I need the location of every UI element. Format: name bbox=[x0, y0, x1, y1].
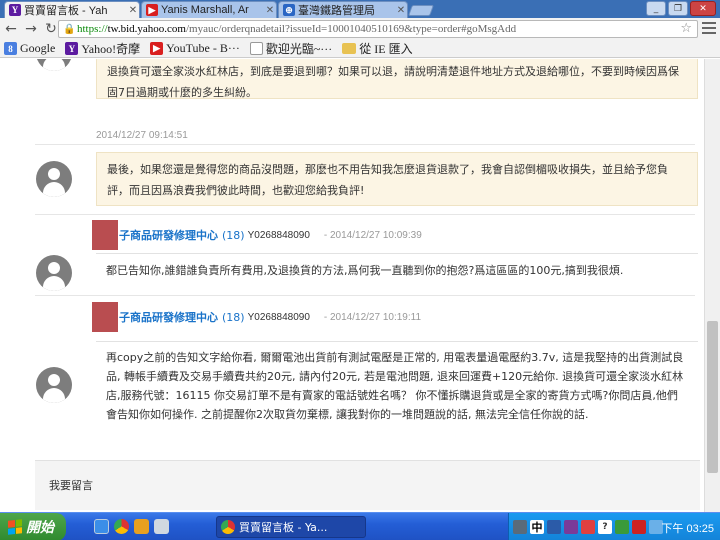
seller-id: Y0268848090 bbox=[247, 229, 310, 241]
folder-icon bbox=[342, 43, 357, 54]
divider bbox=[35, 144, 695, 145]
bookmark-welcome[interactable]: 歡迎光臨~··· bbox=[249, 40, 333, 57]
url-scheme: https:// bbox=[77, 23, 108, 35]
seller-id: Y0268848090 bbox=[247, 311, 310, 323]
chrome-quicklaunch-icon[interactable] bbox=[114, 519, 129, 534]
message-text: 再copy之前的告知文字給你看, 爾爾電池出貨前有測試電壓是正常的, 用電表量過… bbox=[106, 351, 684, 421]
bookmark-label: 歡迎光臨~··· bbox=[265, 42, 333, 56]
keyboard-icon[interactable] bbox=[547, 520, 561, 534]
bookmark-label: 從 IE 匯入 bbox=[359, 42, 413, 56]
buyer-reply: 最後，如果您還是覺得您的商品沒問題，那麽也不用告知我怎麼退貨退款了，我會自認倒楣… bbox=[96, 152, 698, 206]
address-bar[interactable]: 🔒 https://tw.bid.yahoo.com/myauc/orderqn… bbox=[58, 20, 698, 38]
seller-thumbnail bbox=[92, 302, 118, 332]
tab-label: Yanis Marshall, Ar bbox=[161, 4, 249, 16]
seller-thumbnail bbox=[92, 220, 118, 250]
app-quicklaunch-icon[interactable] bbox=[154, 519, 169, 534]
divider bbox=[35, 295, 695, 296]
seller-header: 子商品研發修理中心 (18) Y0268848090 - 2014/12/27 … bbox=[92, 220, 422, 250]
reply-text: 最後，如果您還是覺得您的商品沒問題，那麽也不用告知我怎麼退貨退款了，我會自認倒楣… bbox=[107, 163, 668, 197]
seller-name-link[interactable]: 子商品研發修理中心 bbox=[119, 227, 218, 243]
seller-header: 子商品研發修理中心 (18) Y0268848090 - 2014/12/27 … bbox=[92, 302, 421, 332]
buyer-avatar bbox=[36, 367, 72, 403]
firefox-quicklaunch-icon[interactable] bbox=[134, 519, 149, 534]
minimize-icon[interactable]: _ bbox=[646, 1, 666, 16]
seller-name-link[interactable]: 子商品研發修理中心 bbox=[119, 309, 218, 325]
tab-taiwan-railway[interactable]: ⊕ 臺灣鐵路管理局 ✕ bbox=[278, 1, 408, 18]
google-bookmark-icon: 8 bbox=[4, 42, 17, 55]
show-desktop-icon[interactable] bbox=[94, 519, 109, 534]
tab-close-icon[interactable]: ✕ bbox=[264, 5, 276, 16]
buyer-avatar bbox=[36, 161, 72, 197]
buyer-reply: 退換貨可還全家淡水紅林店，到底是要退到哪？如果可以退，請說明清楚退件地址方式及退… bbox=[96, 59, 698, 99]
seller-rating-link[interactable]: (18) bbox=[222, 311, 245, 324]
message-timestamp: - 2014/12/27 10:09:39 bbox=[323, 229, 422, 241]
bookmark-ie-import[interactable]: 從 IE 匯入 bbox=[342, 40, 413, 57]
antivirus-icon[interactable] bbox=[581, 520, 595, 534]
tab-yanis-marshall[interactable]: ▶ Yanis Marshall, Ar ✕ bbox=[141, 1, 277, 18]
tab-close-icon[interactable]: ✕ bbox=[127, 5, 139, 16]
url-text: https://tw.bid.yahoo.com/myauc/orderqnad… bbox=[77, 23, 516, 35]
ime-indicator[interactable]: 中 bbox=[530, 520, 544, 534]
new-tab-button[interactable] bbox=[407, 5, 435, 16]
forward-arrow-icon[interactable]: → bbox=[22, 20, 40, 38]
start-button[interactable]: 開始 bbox=[0, 513, 66, 540]
message-text: 都已告知你,誰錯誰負責所有費用,及退換貨的方法,爲何我一直聽到你的抱怨?爲這區區… bbox=[106, 264, 624, 277]
bookmark-google[interactable]: 8 Google bbox=[4, 41, 55, 56]
bookmarks-bar: 8 Google Y Yahoo!奇摩 ▶ YouTube - B··· 歡迎光… bbox=[0, 40, 720, 58]
divider bbox=[35, 214, 695, 215]
address-toolbar: ← → ↻ 🔒 https://tw.bid.yahoo.com/myauc/o… bbox=[0, 18, 720, 40]
bookmark-youtube[interactable]: ▶ YouTube - B··· bbox=[150, 41, 240, 56]
url-host: tw.bid.yahoo.com bbox=[107, 23, 186, 35]
taskbar-chrome-window[interactable]: 買賣留言板 - Ya... bbox=[216, 516, 366, 538]
chrome-icon bbox=[221, 520, 235, 534]
leave-message-section: 我要留言 bbox=[35, 460, 700, 510]
message-timestamp: 2014/12/27 09:14:51 bbox=[96, 130, 188, 141]
bookmark-label: Google bbox=[20, 41, 56, 55]
windows-logo-icon bbox=[8, 519, 22, 535]
browser-tab-strip: Y 買賣留言板 - Yah ✕ ▶ Yanis Marshall, Ar ✕ ⊕… bbox=[0, 0, 720, 18]
windows-taskbar: 開始 買賣留言板 - Ya... 中 ? 下午 03:25 bbox=[0, 512, 720, 540]
chrome-menu-icon[interactable] bbox=[702, 21, 716, 35]
message-timestamp: - 2014/12/27 10:19:11 bbox=[323, 311, 422, 323]
tab-yahoo-message-board[interactable]: Y 買賣留言板 - Yah ✕ bbox=[4, 1, 140, 18]
message-thread: 退換貨可還全家淡水紅林店，到底是要退到哪？如果可以退，請說明清楚退件地址方式及退… bbox=[0, 59, 704, 512]
yahoo-bookmark-icon: Y bbox=[65, 42, 79, 55]
scrollbar-thumb[interactable] bbox=[707, 321, 718, 473]
page-bookmark-icon bbox=[249, 42, 263, 55]
window-controls: _ ❐ ✕ bbox=[646, 1, 716, 16]
network-icon[interactable] bbox=[615, 520, 629, 534]
tab-label: 臺灣鐵路管理局 bbox=[298, 5, 375, 17]
back-arrow-icon[interactable]: ← bbox=[2, 20, 20, 38]
close-window-icon[interactable]: ✕ bbox=[690, 1, 716, 16]
seller-rating-link[interactable]: (18) bbox=[222, 229, 245, 242]
url-path: /myauc/orderqnadetail?issueId=1000104051… bbox=[185, 23, 517, 35]
reply-text: 退換貨可還全家淡水紅林店，到底是要退到哪？如果可以退，請說明清楚退件地址方式及退… bbox=[107, 65, 679, 99]
bookmark-yahoo[interactable]: Y Yahoo!奇摩 bbox=[65, 40, 140, 57]
tab-label: 買賣留言板 - Yah bbox=[24, 5, 108, 17]
yahoo-favicon-icon: Y bbox=[9, 4, 21, 16]
youtube-favicon-icon: ▶ bbox=[146, 4, 158, 16]
page-scrollbar[interactable] bbox=[704, 59, 720, 512]
bookmark-label: Yahoo!奇摩 bbox=[81, 42, 141, 56]
start-label: 開始 bbox=[26, 519, 54, 535]
ime-pad-icon[interactable] bbox=[564, 520, 578, 534]
restore-icon[interactable]: ❐ bbox=[668, 1, 688, 16]
leave-message-label: 我要留言 bbox=[49, 479, 93, 492]
acrobat-icon[interactable] bbox=[632, 520, 646, 534]
tray-app-icon[interactable] bbox=[513, 520, 527, 534]
taskbar-window-label: 買賣留言板 - Ya... bbox=[239, 521, 328, 534]
lock-icon: 🔒 bbox=[63, 23, 76, 35]
seller-message: 再copy之前的告知文字給你看, 爾爾電池出貨前有測試電壓是正常的, 用電表量過… bbox=[96, 341, 698, 431]
bookmark-label: YouTube - B··· bbox=[166, 41, 240, 55]
tab-close-icon[interactable]: ✕ bbox=[395, 5, 407, 16]
youtube-bookmark-icon: ▶ bbox=[150, 42, 164, 55]
seller-message: 都已告知你,誰錯誰負責所有費用,及退換貨的方法,爲何我一直聽到你的抱怨?爲這區區… bbox=[96, 253, 698, 293]
buyer-avatar bbox=[36, 59, 72, 71]
help-icon[interactable]: ? bbox=[598, 520, 612, 534]
globe-favicon-icon: ⊕ bbox=[283, 4, 295, 16]
bookmark-star-icon[interactable]: ☆ bbox=[680, 21, 692, 36]
system-tray: 中 ? 下午 03:25 bbox=[508, 513, 720, 540]
system-clock: 下午 03:25 bbox=[661, 523, 714, 535]
buyer-avatar bbox=[36, 255, 72, 291]
